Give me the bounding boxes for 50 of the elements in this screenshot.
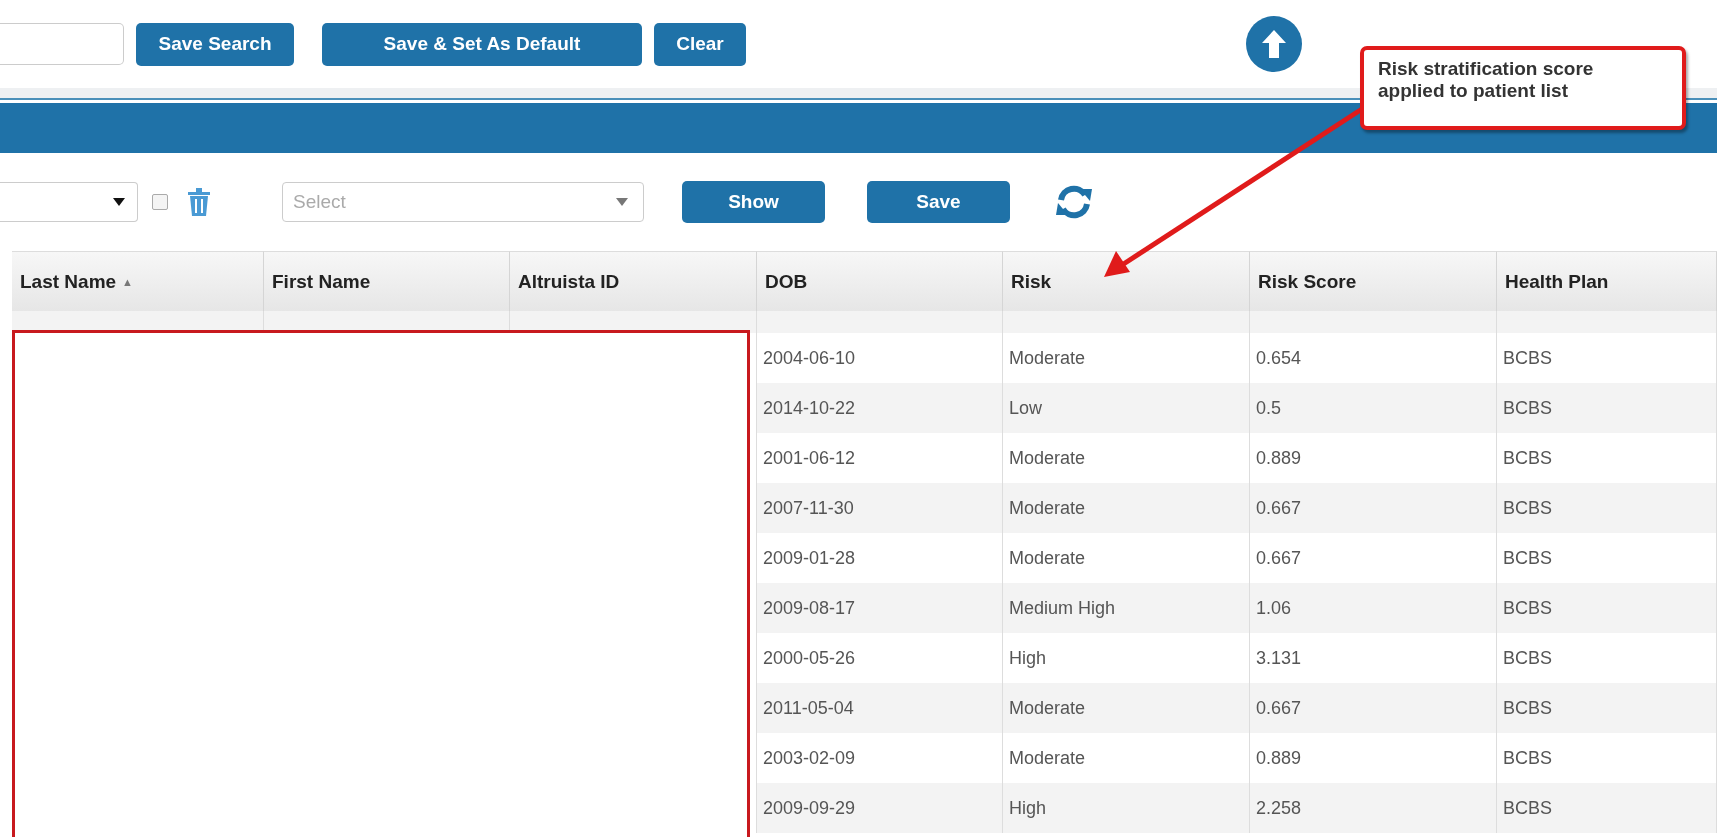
- table-cell: Low: [1003, 383, 1250, 433]
- table-cell: 2.258: [1250, 783, 1497, 833]
- column-label: DOB: [765, 270, 808, 293]
- toolbar-button[interactable]: Clear: [654, 22, 746, 66]
- table-cell: 2011-05-04: [757, 683, 1003, 733]
- column-header[interactable]: Altruista ID: [510, 251, 757, 311]
- toolbar-button[interactable]: Save & Set As Default: [322, 22, 642, 66]
- table-cell: BCBS: [1497, 483, 1717, 533]
- caret-icon: [113, 198, 125, 206]
- table-cell: BCBS: [1497, 383, 1717, 433]
- dropdown-field[interactable]: [0, 182, 138, 222]
- table-cell: BCBS: [1497, 783, 1717, 833]
- select-placeholder: Select: [293, 191, 346, 213]
- filter-button[interactable]: Show: [682, 181, 825, 223]
- table-cell: Moderate: [1003, 683, 1250, 733]
- trash-icon[interactable]: [188, 188, 210, 216]
- callout-note: Risk stratification score applied to patient list: [1360, 46, 1686, 130]
- table-cell: 2009-08-17: [757, 583, 1003, 633]
- column-header[interactable]: Last Name ▲: [12, 251, 264, 311]
- sort-indicator: ▲: [122, 275, 133, 288]
- toolbar-button[interactable]: Save Search: [136, 22, 294, 66]
- table-cell: 1.06: [1250, 583, 1497, 633]
- refresh-icon[interactable]: [1054, 185, 1094, 219]
- column-header[interactable]: Health Plan: [1497, 251, 1717, 311]
- column-header[interactable]: First Name: [264, 251, 510, 311]
- table-cell: BCBS: [1497, 583, 1717, 633]
- table-cell: 0.667: [1250, 483, 1497, 533]
- table-cell: Moderate: [1003, 483, 1250, 533]
- table-cell: High: [1003, 783, 1250, 833]
- caret-icon: [615, 198, 629, 206]
- column-label: First Name: [272, 270, 371, 293]
- column-label: Last Name: [20, 270, 117, 293]
- table-cell: 0.5: [1250, 383, 1497, 433]
- filter-button[interactable]: Save: [867, 181, 1010, 223]
- table-cell: Medium High: [1003, 583, 1250, 633]
- table-cell: BCBS: [1497, 683, 1717, 733]
- column-header[interactable]: DOB: [757, 251, 1003, 311]
- column-label: Risk Score: [1258, 270, 1357, 293]
- table-cell: 2014-10-22: [757, 383, 1003, 433]
- search-field[interactable]: [0, 23, 124, 65]
- column-label: Altruista ID: [518, 270, 620, 293]
- arrow-up-icon[interactable]: [1246, 16, 1302, 72]
- table-cell: 2009-09-29: [757, 783, 1003, 833]
- table-cell: 0.667: [1250, 683, 1497, 733]
- column-header[interactable]: Risk: [1003, 251, 1250, 311]
- checkbox[interactable]: [152, 194, 168, 210]
- table-cell: 2007-11-30: [757, 483, 1003, 533]
- column-label: Risk: [1011, 270, 1052, 293]
- column-label: Health Plan: [1505, 270, 1609, 293]
- column-header[interactable]: Risk Score: [1250, 251, 1497, 311]
